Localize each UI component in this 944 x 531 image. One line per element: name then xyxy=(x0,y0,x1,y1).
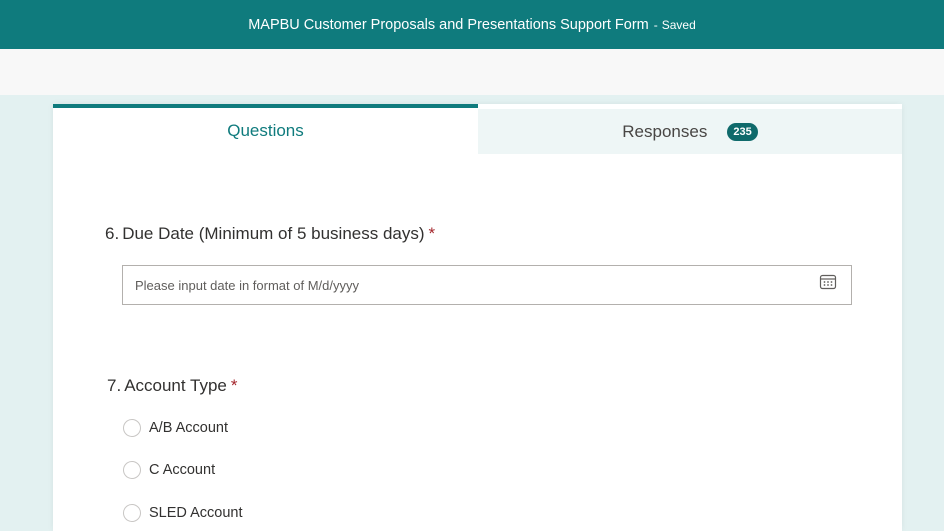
due-date-field xyxy=(122,265,852,305)
due-date-input[interactable] xyxy=(123,266,817,304)
radio-button[interactable] xyxy=(123,504,141,522)
form-card: Questions Responses 235 6. Due Date (Mini… xyxy=(53,104,902,531)
question-6-title: 6. Due Date (Minimum of 5 business days) * xyxy=(105,224,435,244)
question-number: 7. xyxy=(107,376,122,395)
title-separator: - xyxy=(653,17,658,32)
option-ab-account[interactable]: A/B Account xyxy=(123,419,228,437)
form-title: MAPBU Customer Proposals and Presentatio… xyxy=(248,16,649,33)
tab-responses[interactable]: Responses 235 xyxy=(478,109,902,154)
required-marker: * xyxy=(428,224,436,243)
option-label: A/B Account xyxy=(149,420,228,436)
option-c-account[interactable]: C Account xyxy=(123,461,215,479)
tab-responses-label: Responses xyxy=(622,121,708,141)
option-label: SLED Account xyxy=(149,505,243,521)
toolbar-area xyxy=(0,49,944,95)
option-label: C Account xyxy=(149,462,216,478)
tab-questions-label: Questions xyxy=(227,121,304,140)
question-text: Due Date (Minimum of 5 business days) xyxy=(122,224,425,243)
calendar-icon[interactable] xyxy=(817,271,839,293)
tab-questions[interactable]: Questions xyxy=(53,104,478,154)
save-status: Saved xyxy=(661,17,696,32)
form-header-bar: MAPBU Customer Proposals and Presentatio… xyxy=(0,0,944,49)
option-sled-account[interactable]: SLED Account xyxy=(123,504,243,522)
radio-button[interactable] xyxy=(123,419,141,437)
question-text: Account Type xyxy=(124,376,227,395)
required-marker: * xyxy=(230,376,238,395)
radio-button[interactable] xyxy=(123,461,141,479)
question-number: 6. xyxy=(105,224,120,243)
question-7-title: 7. Account Type * xyxy=(107,376,238,396)
responses-count-badge: 235 xyxy=(727,122,758,141)
